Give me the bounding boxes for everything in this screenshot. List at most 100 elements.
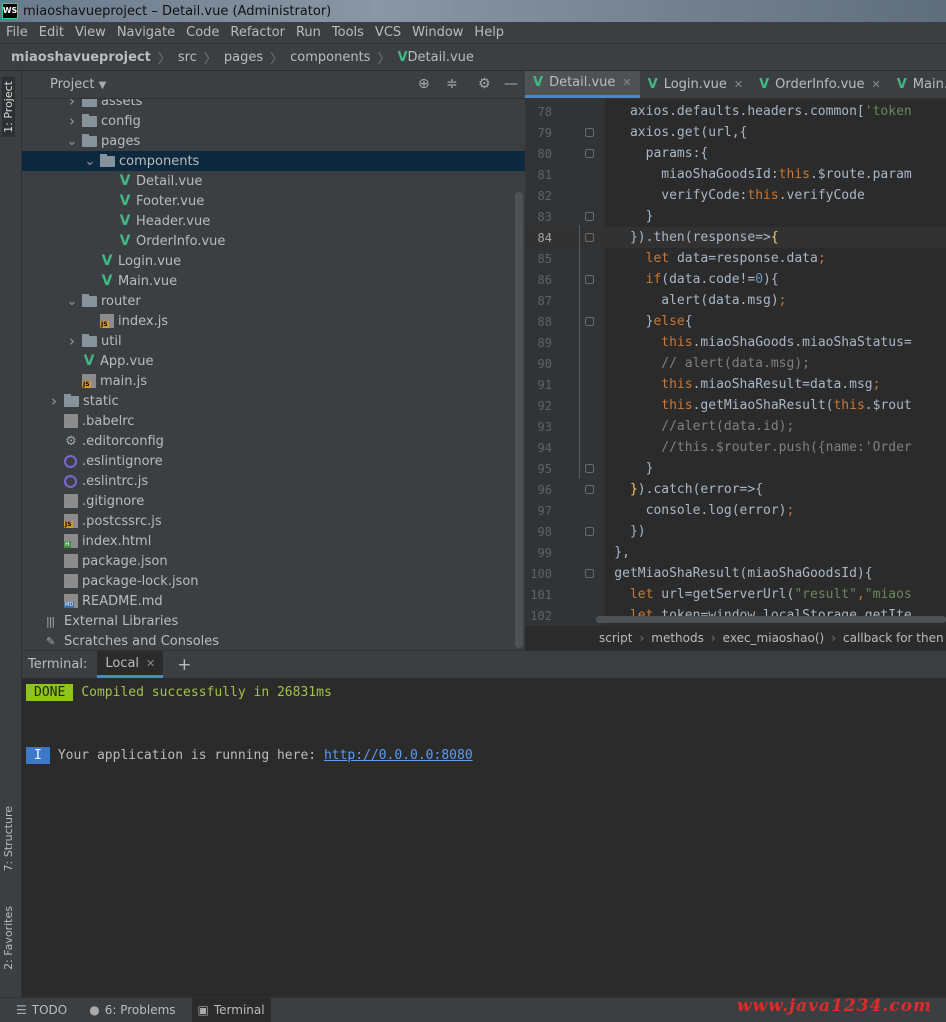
tree-item[interactable]: ⚙ .editorconfig	[22, 431, 525, 451]
tree-item[interactable]: ⌄ components	[22, 151, 525, 171]
editor-tab[interactable]: V OrderInfo.vue ✕	[751, 71, 889, 98]
project-tool-tab[interactable]: 1: Project	[2, 77, 15, 137]
tree-item[interactable]: .postcssrc.js	[22, 511, 525, 531]
tree-item[interactable]: V Footer.vue	[22, 191, 525, 211]
tree-item[interactable]: .eslintrc.js	[22, 471, 525, 491]
breadcrumb-item[interactable]: Detail.vue	[408, 50, 474, 65]
menu-item-vcs[interactable]: VCS	[375, 25, 401, 40]
menu-item-view[interactable]: View	[75, 25, 106, 40]
editor-crumb-item[interactable]: methods	[651, 631, 704, 645]
menu-item-code[interactable]: Code	[186, 25, 219, 40]
menu-item-file[interactable]: File	[6, 25, 28, 40]
breadcrumb-item[interactable]: src	[178, 50, 197, 65]
editor-tab[interactable]: V Detail.vue ✕	[525, 71, 640, 98]
chevron-right-icon[interactable]: ›	[66, 99, 78, 110]
problems-tool-tab[interactable]: ● 6: Problems	[83, 998, 181, 1022]
terminal-label: Terminal:	[28, 657, 88, 672]
menu-item-run[interactable]: Run	[296, 25, 321, 40]
tree-item[interactable]: ||| External Libraries	[22, 611, 525, 631]
menu-item-help[interactable]: Help	[474, 25, 504, 40]
tree-item[interactable]: index.js	[22, 311, 525, 331]
code-text: //this.$router.push({name:'Order	[583, 440, 911, 455]
tree-item[interactable]: package.json	[22, 551, 525, 571]
tree-item[interactable]: › config	[22, 111, 525, 131]
code-token: .getMiaoShaResult(	[692, 398, 834, 413]
chevron-right-icon[interactable]: ›	[66, 332, 78, 350]
tree-item[interactable]: ⌄ pages	[22, 131, 525, 151]
tree-item[interactable]: ✎ Scratches and Consoles	[22, 631, 525, 650]
tree-item[interactable]: .babelrc	[22, 411, 525, 431]
tree-item-label: index.html	[82, 533, 152, 549]
code-token: console.log(error)	[583, 503, 787, 518]
tree-item[interactable]: index.html	[22, 531, 525, 551]
tree-item[interactable]: V Header.vue	[22, 211, 525, 231]
chevron-right-icon[interactable]: ›	[66, 112, 78, 130]
editor-crumb-item[interactable]: exec_miaoshao()	[723, 631, 825, 645]
favorites-tool-tab[interactable]: 2: Favorites	[2, 906, 15, 970]
menu-item-tools[interactable]: Tools	[332, 25, 364, 40]
editor-hscrollbar[interactable]	[596, 616, 946, 623]
tree-item[interactable]: package-lock.json	[22, 571, 525, 591]
tree-item[interactable]: ⌄ router	[22, 291, 525, 311]
tree-item[interactable]: README.md	[22, 591, 525, 611]
editor-crumb-item[interactable]: script	[599, 631, 632, 645]
chevron-right-icon[interactable]: ›	[48, 392, 60, 410]
code-token: (data.code!=	[661, 272, 756, 287]
terminal-tool-tab[interactable]: ▣ Terminal	[191, 997, 271, 1022]
server-url-link[interactable]: http://0.0.0.0:8080	[324, 748, 473, 763]
tree-item[interactable]: .gitignore	[22, 491, 525, 511]
tree-item[interactable]: V Main.vue	[22, 271, 525, 291]
todo-tool-tab[interactable]: ☰ TODO	[10, 998, 73, 1022]
tree-item[interactable]: V Detail.vue	[22, 171, 525, 191]
code-line: 95 }	[525, 458, 946, 479]
line-number: 84	[537, 230, 552, 245]
menu-item-edit[interactable]: Edit	[39, 25, 64, 40]
close-icon[interactable]: ✕	[146, 657, 155, 670]
menu-item-refactor[interactable]: Refactor	[230, 25, 285, 40]
brace-guide	[579, 225, 580, 479]
new-terminal-icon[interactable]: +	[177, 655, 191, 675]
navigation-breadcrumb: miaoshavueproject 〉 src 〉 pages 〉 components 〉…	[0, 44, 946, 71]
close-icon[interactable]: ✕	[734, 78, 743, 91]
breadcrumb-item[interactable]: pages	[224, 50, 263, 65]
tree-item[interactable]: › assets	[22, 99, 525, 111]
structure-tool-tab[interactable]: 7: Structure	[2, 806, 15, 871]
chevron-down-icon[interactable]: ⌄	[66, 134, 78, 149]
gear-icon[interactable]: ⚙	[478, 76, 491, 92]
terminal-tab-local[interactable]: Local ✕	[97, 651, 164, 678]
breadcrumb-item[interactable]: components	[290, 50, 370, 65]
tree-item[interactable]: V OrderInfo.vue	[22, 231, 525, 251]
code-text: let data=response.data;	[583, 251, 826, 266]
menu-item-navigate[interactable]: Navigate	[117, 25, 175, 40]
tree-item[interactable]: main.js	[22, 371, 525, 391]
tree-item[interactable]: V App.vue	[22, 351, 525, 371]
collapse-all-icon[interactable]: ≑	[446, 76, 458, 92]
tree-item[interactable]: .eslintignore	[22, 451, 525, 471]
project-view-selector[interactable]: Project ▼	[50, 77, 106, 92]
locate-icon[interactable]: ⊕	[418, 76, 430, 92]
line-number: 99	[537, 545, 552, 560]
code-area[interactable]: 78 axios.defaults.headers.common['token 7…	[525, 99, 946, 625]
close-icon[interactable]: ✕	[622, 76, 631, 89]
tree-item[interactable]: V Login.vue	[22, 251, 525, 271]
code-token: ){	[763, 272, 779, 287]
code-text: this.miaoShaGoods.miaoShaStatus=	[583, 335, 911, 350]
editor-tab[interactable]: V Main.vue	[889, 71, 946, 98]
editor-crumb-item[interactable]: callback for then	[843, 631, 944, 645]
tree-item[interactable]: › util	[22, 331, 525, 351]
hide-panel-icon[interactable]: —	[504, 76, 518, 92]
menu-item-window[interactable]: Window	[412, 25, 463, 40]
terminal-line: DONE Compiled successfully in 26831ms	[26, 682, 946, 703]
tree-item-label: App.vue	[100, 353, 154, 369]
chevron-down-icon[interactable]: ⌄	[84, 154, 96, 169]
code-text: verifyCode:this.verifyCode	[583, 188, 865, 203]
terminal-output[interactable]: DONE Compiled successfully in 26831ms I Yo…	[22, 678, 946, 766]
editor-tab[interactable]: V Login.vue ✕	[640, 71, 751, 98]
tree-item[interactable]: › static	[22, 391, 525, 411]
close-icon[interactable]: ✕	[872, 78, 881, 91]
project-scrollbar[interactable]	[515, 192, 523, 648]
chevron-down-icon[interactable]: ⌄	[66, 294, 78, 309]
breadcrumb-project[interactable]: miaoshavueproject	[11, 50, 151, 65]
